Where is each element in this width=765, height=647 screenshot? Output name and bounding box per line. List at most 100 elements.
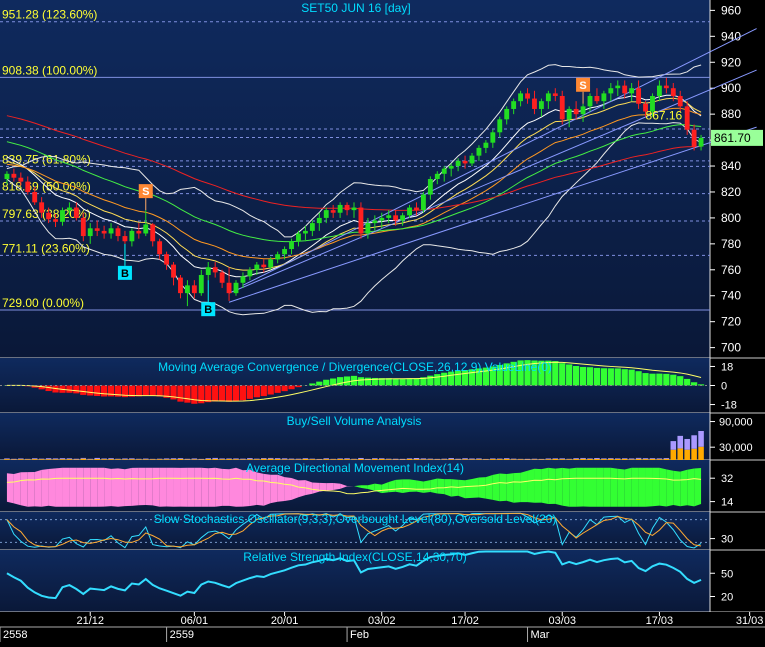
candle-body[interactable] — [664, 86, 669, 89]
candle-body[interactable] — [497, 119, 502, 132]
candle-body[interactable] — [310, 223, 315, 231]
candle-body[interactable] — [629, 88, 634, 93]
candle-body[interactable] — [150, 224, 155, 241]
candle-body[interactable] — [338, 205, 343, 213]
candle-body[interactable] — [442, 169, 447, 174]
candle-body[interactable] — [601, 93, 606, 101]
candle-body[interactable] — [25, 182, 30, 192]
candle-body[interactable] — [275, 254, 280, 259]
candle-body[interactable] — [53, 219, 58, 222]
candle-body[interactable] — [171, 265, 176, 278]
candle-body[interactable] — [199, 275, 204, 293]
candle-body[interactable] — [109, 228, 114, 233]
candle-body[interactable] — [386, 215, 391, 218]
candle-body[interactable] — [588, 96, 593, 106]
candle-body[interactable] — [581, 106, 586, 114]
candle-body[interactable] — [32, 192, 37, 202]
candle-body[interactable] — [95, 228, 100, 231]
candle-body[interactable] — [81, 218, 86, 236]
candle-body[interactable] — [532, 99, 537, 109]
candle-body[interactable] — [88, 228, 93, 236]
candle-body[interactable] — [116, 228, 121, 236]
candle-body[interactable] — [185, 285, 190, 293]
candle-body[interactable] — [470, 156, 475, 164]
candle-body[interactable] — [372, 221, 377, 224]
candle-body[interactable] — [67, 208, 72, 211]
candle-body[interactable] — [449, 166, 454, 169]
candle-body[interactable] — [393, 215, 398, 220]
candle-body[interactable] — [504, 109, 509, 119]
candle-body[interactable] — [227, 283, 232, 293]
candle-body[interactable] — [164, 254, 169, 264]
candle-body[interactable] — [692, 130, 697, 147]
candle-body[interactable] — [102, 231, 107, 234]
candle-body[interactable] — [657, 86, 662, 96]
candle-body[interactable] — [595, 96, 600, 101]
candle-body[interactable] — [407, 208, 412, 216]
candle-body[interactable] — [608, 88, 613, 93]
candle-body[interactable] — [123, 236, 128, 241]
candle-body[interactable] — [60, 210, 65, 222]
candle-body[interactable] — [345, 205, 350, 210]
candle-body[interactable] — [39, 202, 44, 212]
candle-body[interactable] — [317, 218, 322, 223]
candle-body[interactable] — [241, 276, 246, 282]
candle-body[interactable] — [421, 195, 426, 211]
candle-body[interactable] — [5, 174, 10, 179]
candle-body[interactable] — [560, 96, 565, 119]
candle-body[interactable] — [456, 161, 461, 166]
candle-body[interactable] — [289, 241, 294, 249]
candle-body[interactable] — [18, 178, 23, 182]
candle-body[interactable] — [213, 267, 218, 272]
chart-svg[interactable]: 7007207407607808008208408608809009209409… — [0, 0, 765, 642]
candle-body[interactable] — [699, 138, 704, 147]
candle-body[interactable] — [247, 270, 252, 276]
candle-body[interactable] — [324, 210, 329, 218]
candle-body[interactable] — [365, 223, 370, 233]
candle-body[interactable] — [303, 231, 308, 234]
candle-body[interactable] — [282, 249, 287, 254]
candle-body[interactable] — [352, 208, 357, 211]
candle-body[interactable] — [192, 285, 197, 293]
candle-body[interactable] — [296, 233, 301, 241]
candle-body[interactable] — [178, 278, 183, 294]
candle-body[interactable] — [685, 106, 690, 129]
candle-body[interactable] — [490, 132, 495, 142]
candle-body[interactable] — [463, 161, 468, 164]
candle-body[interactable] — [268, 259, 273, 267]
candle-body[interactable] — [359, 208, 364, 234]
candle-body[interactable] — [615, 86, 620, 89]
candle-body[interactable] — [206, 267, 211, 275]
candle-body[interactable] — [331, 210, 336, 213]
candle-body[interactable] — [622, 86, 627, 94]
candle-body[interactable] — [483, 143, 488, 148]
candle-body[interactable] — [518, 93, 523, 101]
candle-body[interactable] — [567, 109, 572, 119]
candle-body[interactable] — [511, 101, 516, 109]
candle-body[interactable] — [428, 179, 433, 195]
candle-body[interactable] — [136, 231, 141, 234]
candle-body[interactable] — [525, 93, 530, 98]
candle-body[interactable] — [574, 109, 579, 114]
candle-body[interactable] — [379, 218, 384, 221]
candle-body[interactable] — [477, 148, 482, 156]
candle-body[interactable] — [546, 93, 551, 101]
candle-body[interactable] — [46, 213, 51, 219]
candle-body[interactable] — [678, 96, 683, 106]
candle-body[interactable] — [157, 241, 162, 254]
candle-body[interactable] — [220, 272, 225, 282]
candle-body[interactable] — [636, 88, 641, 104]
candle-body[interactable] — [414, 208, 419, 211]
candle-body[interactable] — [143, 224, 148, 233]
candle-body[interactable] — [261, 265, 266, 268]
candle-body[interactable] — [254, 265, 259, 270]
candle-body[interactable] — [74, 208, 79, 218]
candle-body[interactable] — [234, 283, 239, 293]
candle-body[interactable] — [553, 93, 558, 96]
candle-body[interactable] — [400, 215, 405, 220]
candle-body[interactable] — [11, 174, 16, 178]
candle-body[interactable] — [539, 101, 544, 109]
candle-body[interactable] — [129, 231, 134, 241]
candle-body[interactable] — [671, 88, 676, 96]
candle-body[interactable] — [435, 174, 440, 179]
